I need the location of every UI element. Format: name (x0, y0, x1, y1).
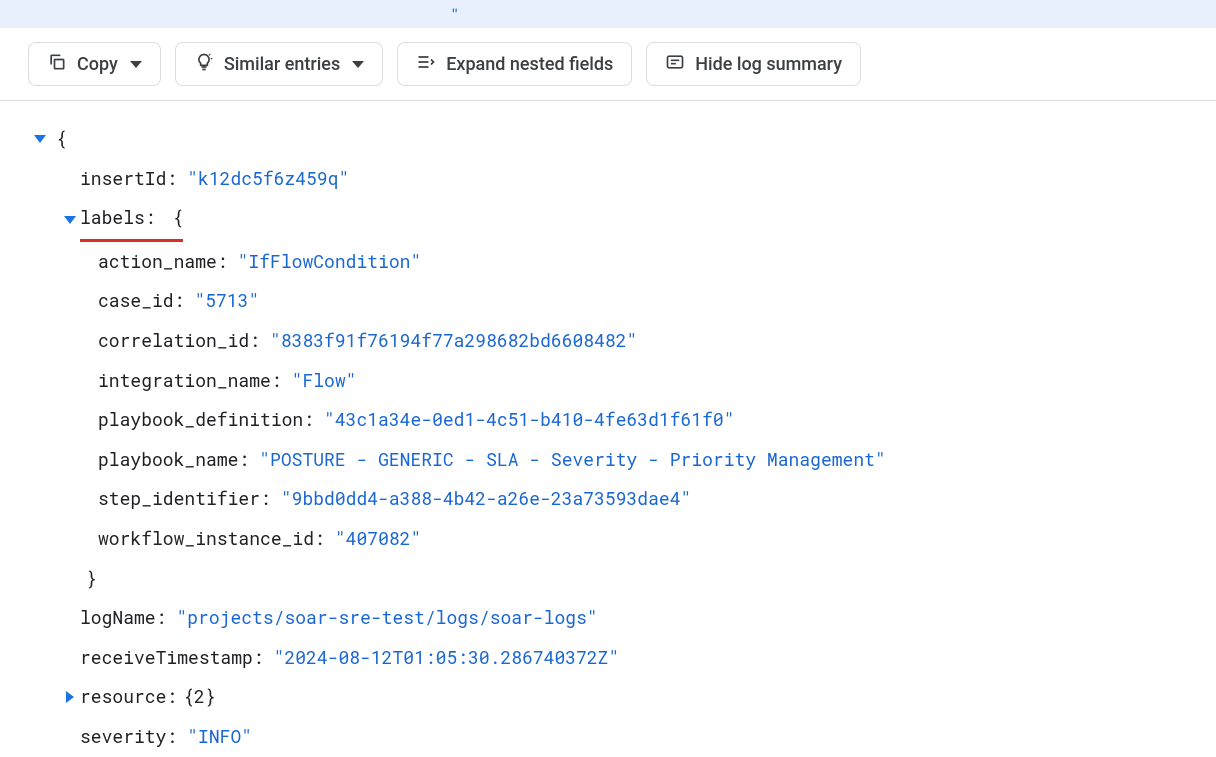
value: "407082" (325, 519, 421, 559)
key: labels (80, 205, 145, 229)
log-toolbar: Copy Similar entries Expand nested field… (0, 28, 1216, 101)
field-labels[interactable]: labels: { (30, 198, 1216, 242)
key: case_id (98, 281, 174, 321)
field-resource[interactable]: resource: {2} (30, 677, 1216, 717)
field-receiveTimestamp[interactable]: receiveTimestamp: "2024-08-12T01:05:30.2… (30, 638, 1216, 678)
highlighted-log-line: " (0, 0, 1216, 28)
value: "POSTURE - GENERIC - SLA - Severity - Pr… (249, 440, 886, 480)
chevron-down-icon (352, 61, 364, 68)
expand-icon (416, 52, 436, 77)
labels-close: } (30, 559, 1216, 599)
root-open[interactable]: { (30, 119, 1216, 159)
value: "k12dc5f6z459q" (177, 159, 349, 199)
key: insertId (80, 159, 166, 199)
field-case-id[interactable]: case_id: "5713" (30, 281, 1216, 321)
log-json-viewer: { insertId: "k12dc5f6z459q" labels: { ac… (0, 101, 1216, 757)
field-action-name[interactable]: action_name: "IfFlowCondition" (30, 242, 1216, 282)
value: "43c1a34e-0ed1-4c51-b410-4fe63d1f61f0" (314, 400, 734, 440)
field-correlation-id[interactable]: correlation_id: "8383f91f76194f77a298682… (30, 321, 1216, 361)
caret-down-icon[interactable] (30, 135, 50, 143)
close-brace: } (80, 559, 97, 599)
key: step_identifier (98, 479, 260, 519)
key: playbook_definition (98, 400, 303, 440)
field-severity[interactable]: severity: "INFO" (30, 717, 1216, 757)
key: correlation_id (98, 321, 249, 361)
field-insertId[interactable]: insertId: "k12dc5f6z459q" (30, 159, 1216, 199)
value: "projects/soar-sre-test/logs/soar-logs" (166, 598, 597, 638)
key: playbook_name (98, 440, 238, 480)
chevron-down-icon (130, 61, 142, 68)
expand-nested-label: Expand nested fields (446, 54, 613, 75)
key: receiveTimestamp (80, 638, 253, 678)
caret-right-icon[interactable] (60, 691, 80, 703)
key: integration_name (98, 361, 271, 401)
open-brace: { (166, 205, 183, 229)
field-step-identifier[interactable]: step_identifier: "9bbd0dd4-a388-4b42-a26… (30, 479, 1216, 519)
expand-nested-button[interactable]: Expand nested fields (397, 42, 632, 86)
key: resource (80, 677, 166, 717)
key: action_name (98, 242, 217, 282)
caret-down-icon[interactable] (60, 216, 80, 224)
similar-entries-button[interactable]: Similar entries (175, 42, 383, 86)
banner-text: " (450, 4, 460, 25)
key: logName (80, 598, 156, 638)
value: "INFO" (177, 717, 252, 757)
key: severity (80, 717, 166, 757)
field-workflow-instance-id[interactable]: workflow_instance_id: "407082" (30, 519, 1216, 559)
field-playbook-name[interactable]: playbook_name: "POSTURE - GENERIC - SLA … (30, 440, 1216, 480)
value: "IfFlowCondition" (228, 242, 422, 282)
value: "5713" (184, 281, 259, 321)
lightbulb-icon (194, 52, 214, 77)
value: "2024-08-12T01:05:30.286740372Z" (264, 638, 620, 678)
field-logName[interactable]: logName: "projects/soar-sre-test/logs/so… (30, 598, 1216, 638)
value: "9bbd0dd4-a388-4b42-a26e-23a73593dae4" (271, 479, 691, 519)
collapsed-summary: {2} (177, 677, 215, 717)
similar-entries-label: Similar entries (224, 54, 340, 75)
field-playbook-definition[interactable]: playbook_definition: "43c1a34e-0ed1-4c51… (30, 400, 1216, 440)
summary-icon (665, 52, 685, 77)
hide-summary-button[interactable]: Hide log summary (646, 42, 861, 86)
hide-summary-label: Hide log summary (695, 54, 842, 75)
copy-label: Copy (77, 54, 118, 75)
copy-button[interactable]: Copy (28, 42, 161, 86)
value: "Flow" (282, 361, 357, 401)
value: "8383f91f76194f77a298682bd6608482" (260, 321, 637, 361)
key: workflow_instance_id (98, 519, 314, 559)
field-integration-name[interactable]: integration_name: "Flow" (30, 361, 1216, 401)
copy-icon (47, 52, 67, 77)
open-brace: { (50, 119, 67, 159)
